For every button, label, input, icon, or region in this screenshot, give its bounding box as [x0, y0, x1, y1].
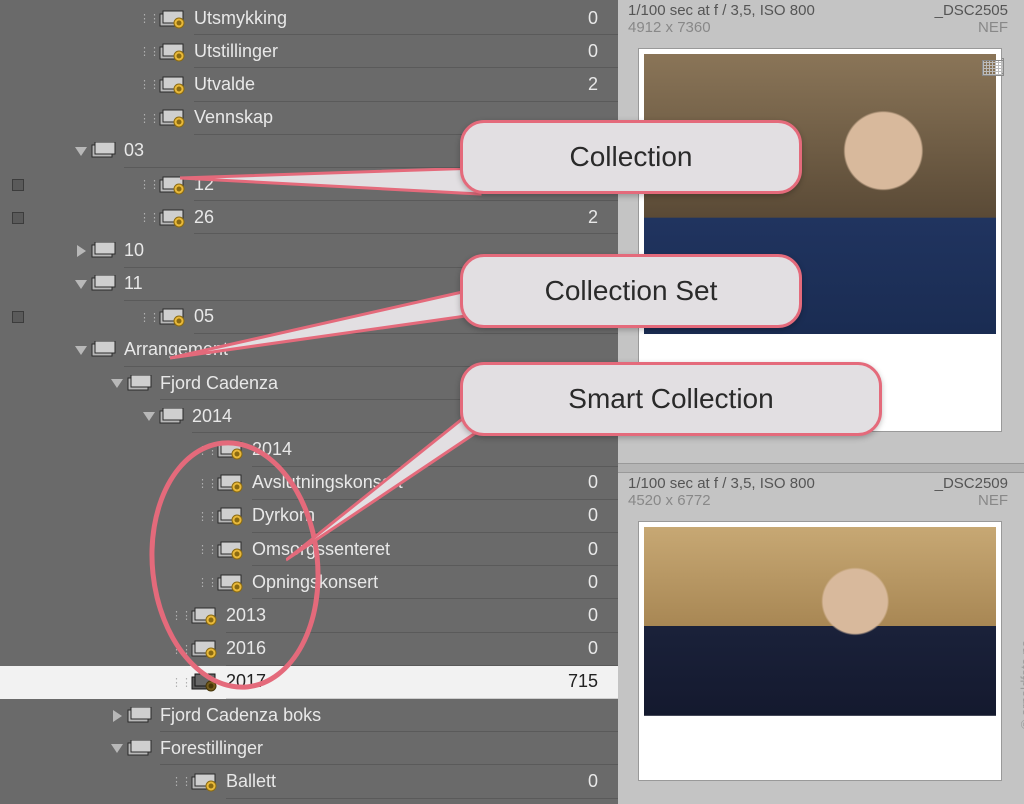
drag-grip-icon: ⋮⋮	[140, 178, 158, 191]
disclosure-down-icon[interactable]	[140, 412, 158, 421]
thumbnail-cell-2[interactable]: 1/100 sec at f / 3,5, ISO 800 _DSC2509 4…	[618, 473, 1024, 804]
item-count	[574, 433, 618, 466]
disclosure-right-icon[interactable]	[108, 710, 126, 722]
item-count: 0	[574, 500, 618, 533]
collection-set-icon	[126, 707, 152, 725]
drag-grip-icon: ⋮⋮	[140, 211, 158, 224]
tree-row[interactable]: ⋮⋮ Ballett0	[0, 765, 618, 798]
disclosure-down-icon[interactable]	[72, 147, 90, 156]
item-count	[574, 699, 618, 732]
item-count: 0	[574, 765, 618, 798]
drag-grip-icon: ⋮⋮	[172, 775, 190, 788]
tree-row[interactable]: ⋮⋮20160	[0, 633, 618, 666]
file-ext-text: NEF	[978, 492, 1008, 509]
drag-grip-icon: ⋮⋮	[172, 676, 190, 689]
dimensions-text: 4912 x 7360	[628, 19, 711, 36]
tree-row[interactable]: ⋮⋮2017715	[0, 666, 618, 699]
exposure-text: 1/100 sec at f / 3,5, ISO 800	[628, 2, 815, 19]
item-count: 0	[574, 35, 618, 68]
item-count: 0	[574, 533, 618, 566]
tree-item-label: Utstillinger	[194, 35, 574, 68]
file-ext-text: NEF	[978, 19, 1008, 36]
disclosure-down-icon[interactable]	[108, 379, 126, 388]
item-count: 0	[574, 566, 618, 599]
collection-set-icon	[90, 142, 116, 160]
drag-grip-icon: ⋮⋮	[140, 45, 158, 58]
collection-set-icon	[158, 408, 184, 426]
annotation-collection-set: Collection Set	[460, 254, 802, 328]
disclosure-down-icon[interactable]	[72, 280, 90, 289]
tree-item-label: Utvalde	[194, 68, 574, 101]
disclosure-right-icon[interactable]	[72, 245, 90, 257]
smart-collection-icon	[158, 9, 186, 29]
filmstrip-icon	[982, 60, 1004, 76]
checkbox[interactable]	[12, 179, 24, 191]
item-count: 0	[574, 2, 618, 35]
item-count: 2	[574, 68, 618, 101]
tree-item-label: Utsmykking	[194, 2, 574, 35]
collection-set-icon	[126, 740, 152, 758]
disclosure-down-icon[interactable]	[108, 744, 126, 753]
cell-divider	[618, 463, 1024, 473]
checkbox[interactable]	[12, 212, 24, 224]
smart-collection-icon	[158, 42, 186, 62]
disclosure-down-icon[interactable]	[72, 346, 90, 355]
tree-row[interactable]: ⋮⋮ Utvalde2	[0, 68, 618, 101]
item-count: 0	[574, 467, 618, 500]
exposure-text: 1/100 sec at f / 3,5, ISO 800	[628, 475, 815, 492]
tree-item-label: Ballett	[226, 765, 574, 798]
collection-set-icon	[126, 375, 152, 393]
tree-row[interactable]: ⋮⋮ Utsmykking0	[0, 2, 618, 35]
drag-grip-icon: ⋮⋮	[140, 112, 158, 125]
drag-grip-icon: ⋮⋮	[140, 311, 158, 324]
annotation-collection: Collection	[460, 120, 802, 194]
smart-collection-icon	[158, 108, 186, 128]
smart-collection-icon	[190, 772, 218, 792]
item-count: 2	[574, 201, 618, 234]
item-count: 0	[574, 633, 618, 666]
drag-grip-icon: ⋮⋮	[140, 12, 158, 25]
dimensions-text: 4520 x 6772	[628, 492, 711, 509]
watermark-text: © arnoldfoto.no	[1018, 640, 1024, 729]
filename-text: _DSC2505	[935, 2, 1008, 19]
annotation-smart-collection: Smart Collection	[460, 362, 882, 436]
collection-set-icon	[90, 242, 116, 260]
item-count	[574, 732, 618, 765]
smart-collection-icon	[158, 75, 186, 95]
tree-row[interactable]: Fjord Cadenza boks	[0, 699, 618, 732]
thumbnail-image[interactable]	[638, 521, 1002, 781]
item-count: 0	[574, 599, 618, 632]
collection-set-icon	[90, 275, 116, 293]
tree-item-label: Forestillinger	[160, 732, 574, 765]
tree-item-label: Fjord Cadenza boks	[160, 699, 574, 732]
collection-set-icon	[90, 341, 116, 359]
tree-row[interactable]: ⋮⋮ Utstillinger0	[0, 35, 618, 68]
item-count: 715	[574, 666, 618, 699]
tree-row[interactable]: Forestillinger	[0, 732, 618, 765]
checkbox[interactable]	[12, 311, 24, 323]
filename-text: _DSC2509	[935, 475, 1008, 492]
drag-grip-icon: ⋮⋮	[140, 78, 158, 91]
